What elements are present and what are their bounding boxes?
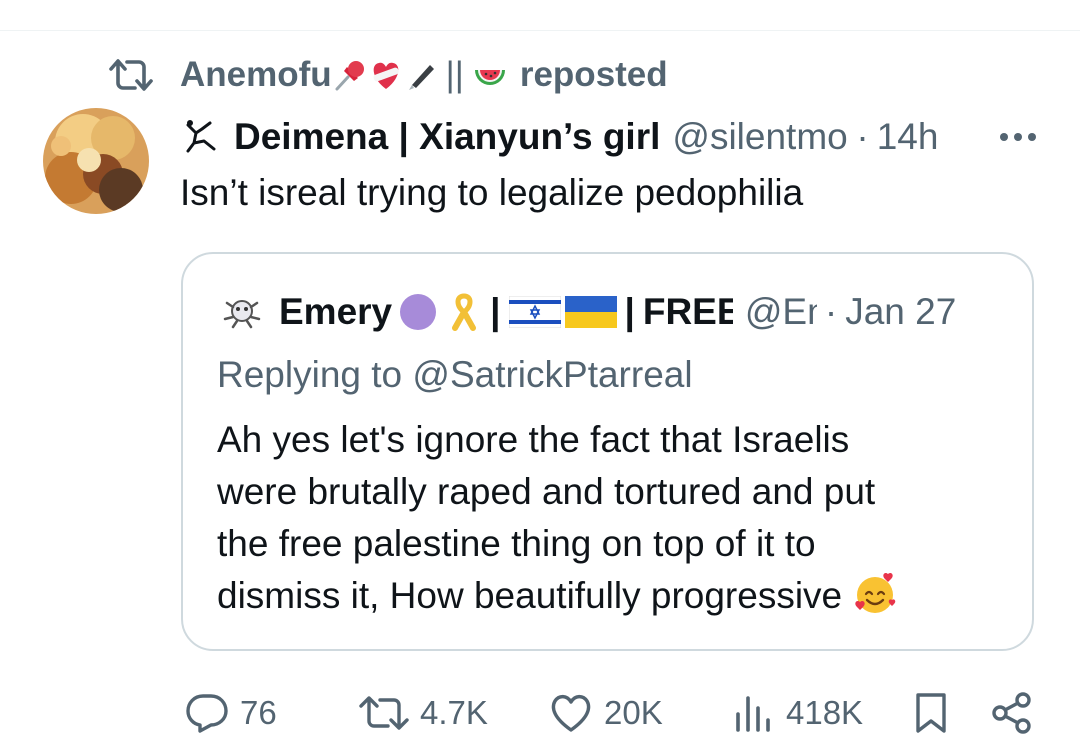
bandaged-heart-icon bbox=[373, 62, 399, 89]
dot-separator: · bbox=[856, 116, 869, 157]
israel-flag-icon bbox=[508, 296, 561, 328]
yellow-ribbon-icon bbox=[452, 293, 477, 331]
tweet-header: Deimena | Xianyun’s girl @silentmoon · 1… bbox=[180, 112, 1040, 162]
reply-icon bbox=[186, 694, 228, 733]
tweet-text: Isn’t isreal trying to legalize pedophil… bbox=[180, 172, 804, 213]
quoted-tweet-header: Emery | | FREE @Emery · Jan 27 bbox=[219, 286, 1019, 338]
quoted-avatar[interactable] bbox=[219, 289, 265, 335]
share-icon bbox=[992, 692, 1031, 734]
view-count: 418K bbox=[786, 694, 864, 731]
views-button[interactable]: 418K bbox=[732, 688, 863, 738]
quoted-text-line: the free palestine thing on top of it to bbox=[217, 523, 816, 564]
quoted-text-line: dismiss it, How beautifully progressive bbox=[217, 575, 843, 616]
timestamp[interactable]: 14h bbox=[877, 116, 939, 158]
repost-count: 4.7K bbox=[420, 694, 488, 731]
quoted-name-suffix: FREE bbox=[642, 291, 733, 332]
quoted-display-name[interactable]: Emery bbox=[279, 291, 392, 333]
watermelon-icon bbox=[474, 70, 505, 85]
pen-icon bbox=[408, 65, 434, 90]
quoted-timestamp[interactable]: Jan 27 bbox=[845, 291, 956, 333]
repost-icon bbox=[359, 696, 409, 730]
display-name[interactable]: Deimena | Xianyun’s girl bbox=[234, 116, 660, 158]
share-button[interactable] bbox=[990, 688, 1044, 738]
bookmark-icon bbox=[916, 693, 946, 733]
quoted-tweet-text: Ah yes let's ignore the fact that Israel… bbox=[217, 414, 1017, 622]
repost-separator: || bbox=[445, 55, 464, 94]
purple-circle-icon bbox=[400, 294, 437, 330]
quoted-text-line: were brutally raped and tortured and put bbox=[217, 471, 876, 512]
more-options-icon[interactable] bbox=[996, 120, 1040, 154]
quoted-handle[interactable]: @Emery bbox=[745, 291, 817, 333]
reposter-name[interactable]: Anemofu bbox=[180, 55, 332, 95]
name-separator-2: | bbox=[624, 291, 635, 332]
quoted-text-line: Ah yes let's ignore the fact that Israel… bbox=[217, 419, 850, 460]
user-handle[interactable]: @silentmoon bbox=[672, 116, 848, 158]
views-icon bbox=[736, 696, 770, 732]
like-button[interactable]: 20K bbox=[548, 688, 663, 738]
quoted-text-line-last: dismiss it, How beautifully progressive bbox=[217, 570, 1017, 622]
reply-button[interactable]: 76 bbox=[184, 688, 277, 738]
bookmark-button[interactable] bbox=[914, 688, 958, 738]
reposted-label: reposted bbox=[519, 55, 668, 94]
like-count: 20K bbox=[604, 694, 663, 731]
top-divider bbox=[0, 30, 1080, 31]
replying-to[interactable]: Replying to @SatrickPtarreal bbox=[217, 350, 693, 400]
action-bar: 76 4.7K 20K 418K bbox=[0, 688, 1080, 738]
quoted-dot-separator: · bbox=[824, 291, 838, 332]
repost-icon bbox=[109, 59, 153, 91]
name-separator: | bbox=[490, 291, 501, 332]
quoted-tweet[interactable]: Emery | | FREE @Emery · Jan 27 Replying … bbox=[181, 252, 1034, 651]
heart-icon bbox=[551, 694, 591, 732]
pushpin-icon bbox=[335, 61, 364, 91]
ukraine-flag-icon bbox=[564, 296, 617, 328]
reply-count: 76 bbox=[240, 694, 277, 731]
smiling-face-with-hearts-icon bbox=[855, 572, 896, 613]
avatar[interactable] bbox=[43, 108, 149, 214]
dancer-icon bbox=[186, 120, 216, 153]
repost-button[interactable]: 4.7K bbox=[358, 688, 488, 738]
repost-context: Anemofu || reposted bbox=[108, 52, 668, 98]
